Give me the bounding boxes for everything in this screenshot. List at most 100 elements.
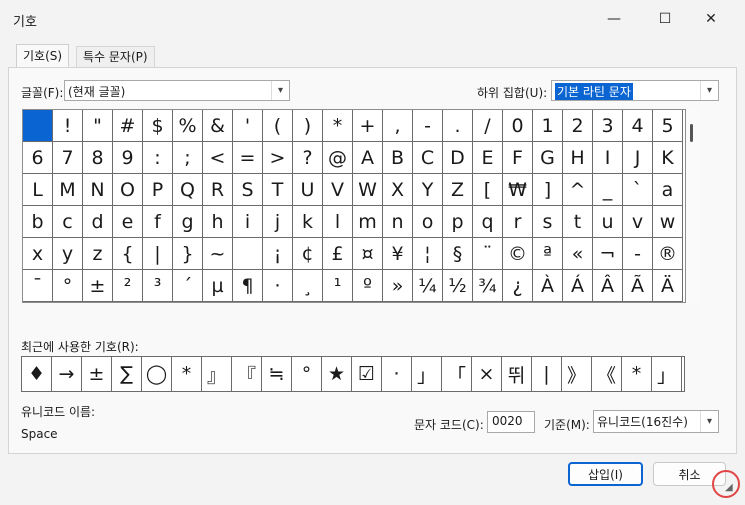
symbol-cell[interactable]: ¶ — [233, 270, 263, 302]
symbol-cell[interactable]: 7 — [53, 142, 83, 174]
symbol-cell[interactable]: E — [473, 142, 503, 174]
symbol-cell[interactable]: ¸ — [293, 270, 323, 302]
recent-symbol-cell[interactable]: 「 — [442, 357, 472, 391]
symbol-cell[interactable]: À — [533, 270, 563, 302]
symbol-cell[interactable]: R — [203, 174, 233, 206]
symbol-cell[interactable]: ! — [53, 110, 83, 142]
symbol-cell[interactable]: · — [263, 270, 293, 302]
symbol-cell[interactable]: n — [383, 206, 413, 238]
symbol-cell[interactable]: ~ — [203, 238, 233, 270]
symbol-cell[interactable]: J — [623, 142, 653, 174]
symbol-cell[interactable]: _ — [593, 174, 623, 206]
symbol-cell[interactable]: Z — [443, 174, 473, 206]
recent-symbol-cell[interactable]: ◯ — [142, 357, 172, 391]
symbol-cell[interactable]: 1 — [533, 110, 563, 142]
symbol-cell[interactable]: Y — [413, 174, 443, 206]
symbol-cell[interactable]: f — [143, 206, 173, 238]
symbol-cell[interactable]: T — [263, 174, 293, 206]
close-button[interactable]: ✕ — [689, 4, 733, 34]
symbol-cell[interactable]: ( — [263, 110, 293, 142]
symbol-cell[interactable]: v — [623, 206, 653, 238]
symbol-cell[interactable]: § — [443, 238, 473, 270]
symbol-cell[interactable]: C — [413, 142, 443, 174]
recent-symbol-cell[interactable]: ∑ — [112, 357, 142, 391]
recent-symbol-cell[interactable]: 』 — [202, 357, 232, 391]
symbol-cell[interactable]: ¼ — [413, 270, 443, 302]
symbol-cell[interactable]: d — [83, 206, 113, 238]
symbol-cell[interactable]: K — [653, 142, 683, 174]
symbol-cell[interactable]: F — [503, 142, 533, 174]
font-select[interactable]: (현재 글꼴) ▾ — [64, 80, 290, 101]
symbol-cell[interactable]: P — [143, 174, 173, 206]
symbol-cell[interactable]: Á — [563, 270, 593, 302]
symbol-cell[interactable]: & — [203, 110, 233, 142]
symbol-cell[interactable]: y — [53, 238, 83, 270]
basis-select[interactable]: 유니코드(16진수) ▾ — [593, 410, 719, 433]
symbol-cell[interactable]: µ — [203, 270, 233, 302]
symbol-cell[interactable]: ¨ — [473, 238, 503, 270]
symbol-cell[interactable]: o — [413, 206, 443, 238]
tab-symbols[interactable]: 기호(S) — [16, 44, 70, 69]
symbol-cell[interactable]: B — [383, 142, 413, 174]
symbol-cell[interactable]: ¾ — [473, 270, 503, 302]
symbol-cell[interactable] — [233, 238, 263, 270]
symbol-cell[interactable]: < — [203, 142, 233, 174]
symbol-cell[interactable]: ' — [233, 110, 263, 142]
symbol-cell[interactable]: m — [353, 206, 383, 238]
symbol-cell[interactable]: G — [533, 142, 563, 174]
recent-symbol-cell[interactable]: × — [472, 357, 502, 391]
symbol-cell[interactable]: U — [293, 174, 323, 206]
recent-symbol-cell[interactable]: 《 — [592, 357, 622, 391]
symbol-cell[interactable]: O — [113, 174, 143, 206]
tab-special-characters[interactable]: 특수 문자(P) — [76, 46, 155, 68]
recent-symbol-cell[interactable]: ± — [82, 357, 112, 391]
symbol-cell[interactable]: > — [263, 142, 293, 174]
symbol-cell[interactable]: + — [353, 110, 383, 142]
symbol-cell[interactable]: a — [653, 174, 683, 206]
symbol-cell[interactable]: D — [443, 142, 473, 174]
symbol-cell[interactable]: ® — [653, 238, 683, 270]
recent-symbol-cell[interactable]: 『 — [232, 357, 262, 391]
symbol-cell[interactable]: V — [323, 174, 353, 206]
symbol-cell[interactable]: z — [83, 238, 113, 270]
symbol-cell[interactable]: I — [593, 142, 623, 174]
symbol-cell[interactable]: t — [563, 206, 593, 238]
subset-select[interactable]: 기본 라틴 문자 ▾ — [551, 80, 719, 101]
recent-symbol-cell[interactable]: · — [382, 357, 412, 391]
symbol-cell[interactable]: % — [173, 110, 203, 142]
recent-symbol-cell[interactable]: | — [532, 357, 562, 391]
symbol-cell[interactable]: b — [23, 206, 53, 238]
symbol-cell[interactable]: ¯ — [23, 270, 53, 302]
recent-symbol-cell[interactable]: * — [172, 357, 202, 391]
symbol-cell[interactable]: g — [173, 206, 203, 238]
symbol-cell[interactable]: , — [383, 110, 413, 142]
symbol-cell[interactable]: ) — [293, 110, 323, 142]
symbol-cell[interactable]: ¹ — [323, 270, 353, 302]
symbol-cell[interactable]: ? — [293, 142, 323, 174]
symbol-cell[interactable]: j — [263, 206, 293, 238]
symbol-cell[interactable]: ´ — [173, 270, 203, 302]
symbol-cell[interactable]: ₩ — [503, 174, 533, 206]
symbol-cell[interactable]: - — [623, 238, 653, 270]
symbol-cell[interactable]: " — [83, 110, 113, 142]
symbol-grid[interactable]: ! " # $% & '() * +, -./0 1 2 3 4 5 6 7 8 9:; < = >? @ A B C D E F G H… — [22, 109, 686, 303]
symbol-cell[interactable]: M — [53, 174, 83, 206]
recent-symbol-cell[interactable]: * — [622, 357, 652, 391]
symbol-cell[interactable]: { — [113, 238, 143, 270]
recent-symbols[interactable]: ♦ → ± ∑ ◯ *』『≒ ° ★ ☑ ·」「× 뛰 | 》《 *」 — [21, 356, 685, 392]
recent-symbol-cell[interactable]: ° — [292, 357, 322, 391]
symbol-cell[interactable]: ; — [173, 142, 203, 174]
symbol-cell[interactable]: k — [293, 206, 323, 238]
symbol-cell[interactable]: q — [473, 206, 503, 238]
symbol-cell[interactable]: Ã — [623, 270, 653, 302]
symbol-cell[interactable] — [23, 110, 53, 142]
recent-symbol-cell[interactable]: 뛰 — [502, 357, 532, 391]
insert-button[interactable]: 삽입(I) — [568, 462, 643, 486]
symbol-cell[interactable]: h — [203, 206, 233, 238]
symbol-cell[interactable]: @ — [323, 142, 353, 174]
symbol-cell[interactable]: ] — [533, 174, 563, 206]
recent-symbol-cell[interactable]: ♦ — [22, 357, 52, 391]
symbol-cell[interactable]: £ — [323, 238, 353, 270]
symbol-cell[interactable]: ¥ — [383, 238, 413, 270]
symbol-cell[interactable]: Ä — [653, 270, 683, 302]
